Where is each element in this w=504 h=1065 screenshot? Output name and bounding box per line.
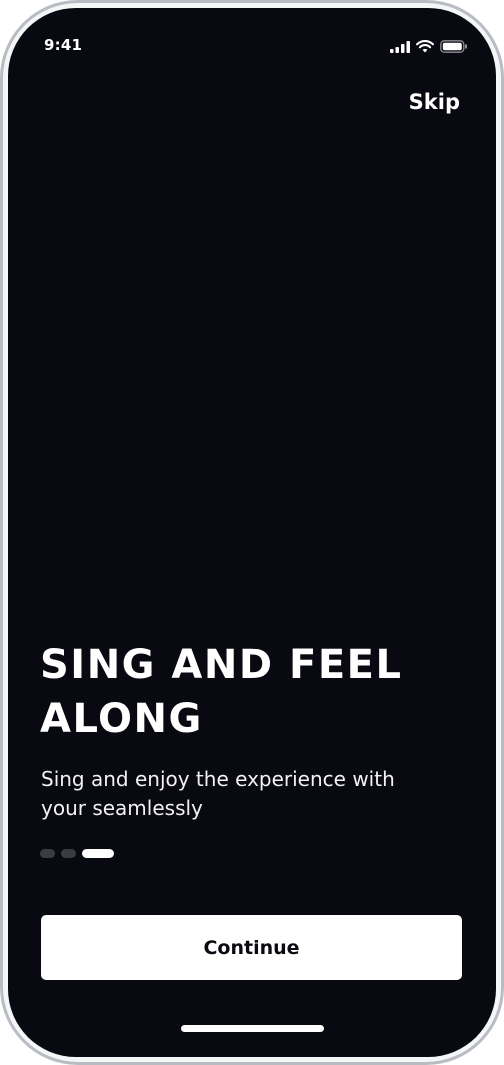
continue-button[interactable]: Continue <box>41 915 462 980</box>
cellular-signal-icon <box>390 38 410 57</box>
device-bezel: 9:41 Skip SING AND FEEL ALONG Sing and e… <box>3 3 501 1062</box>
battery-icon <box>440 38 468 57</box>
status-time: 9:41 <box>44 36 83 54</box>
page-dot <box>61 849 76 858</box>
onboarding-subtitle: Sing and enjoy the experience with your … <box>41 767 395 820</box>
status-bar: 9:41 <box>8 8 496 68</box>
status-icons <box>390 38 468 57</box>
onboarding-title: SING AND FEEL ALONG <box>40 642 403 742</box>
wifi-icon <box>416 38 434 57</box>
home-indicator <box>181 1025 324 1032</box>
page-dot-active <box>82 849 114 858</box>
page-dot <box>40 849 55 858</box>
device-frame: 9:41 Skip SING AND FEEL ALONG Sing and e… <box>0 0 504 1065</box>
onboarding-screen: 9:41 Skip SING AND FEEL ALONG Sing and e… <box>8 8 496 1057</box>
skip-button[interactable]: Skip <box>409 90 460 114</box>
page-indicator <box>40 849 114 858</box>
